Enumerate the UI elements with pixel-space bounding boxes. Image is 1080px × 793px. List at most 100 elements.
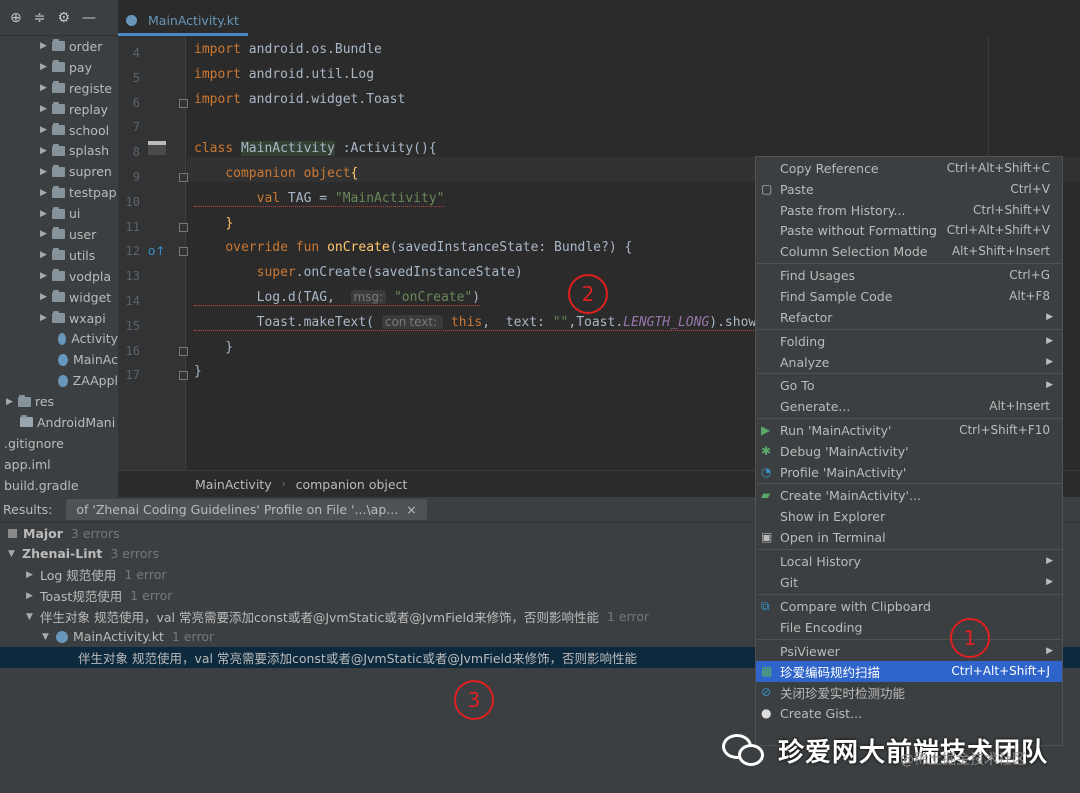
minimize-icon[interactable]: — xyxy=(82,10,96,26)
code-line[interactable]: } xyxy=(194,364,202,379)
tree-item[interactable]: .gitignore xyxy=(0,433,118,454)
code-line[interactable]: } xyxy=(194,340,233,355)
tree-item[interactable]: build.gradle xyxy=(0,475,118,496)
tree-item[interactable]: app.iml xyxy=(0,454,118,475)
menu-item[interactable]: Paste without Formatting Ctrl+Alt+Shift+V xyxy=(756,220,1062,241)
expand-arrow-icon[interactable]: ▶ xyxy=(40,188,52,198)
tree-item[interactable]: ▶ testpap xyxy=(0,182,118,203)
menu-item[interactable]: File Encoding xyxy=(756,617,1062,638)
tree-item[interactable]: ▶ user xyxy=(0,224,118,245)
fold-marker-icon[interactable] xyxy=(179,346,188,356)
tree-item[interactable]: ZAAppl xyxy=(0,370,118,391)
tree-item[interactable]: ▶ utils xyxy=(0,245,118,266)
menu-item[interactable]: ⊘ 关闭珍爱实时检测功能 xyxy=(756,682,1062,703)
menu-item[interactable]: Copy Reference Ctrl+Alt+Shift+C xyxy=(756,158,1062,179)
menu-item[interactable]: ▰ Create 'MainActivity'... xyxy=(756,485,1062,506)
menu-item[interactable]: ✱ Debug 'MainActivity' xyxy=(756,441,1062,462)
editor-gutter[interactable]: 4 5 6 7 8 9 10 11 12 13 14 15 16 17 o↑ xyxy=(118,36,188,470)
expand-arrow-icon[interactable]: ▶ xyxy=(40,41,52,51)
tree-item[interactable]: ▶ pay xyxy=(0,57,118,78)
fold-marker-icon[interactable] xyxy=(179,222,188,232)
fold-marker-icon[interactable] xyxy=(179,371,188,381)
menu-item[interactable]: Git ▶ xyxy=(756,572,1062,593)
breadcrumb-class[interactable]: MainActivity xyxy=(195,477,272,492)
expand-arrow-icon[interactable]: ▶ xyxy=(6,397,18,407)
menu-item[interactable]: Go To ▶ xyxy=(756,375,1062,396)
menu-item[interactable]: Refactor ▶ xyxy=(756,307,1062,328)
result-row[interactable]: ▶ Toast规范使用 1 error xyxy=(26,585,172,606)
expand-arrow-icon[interactable]: ▶ xyxy=(40,83,52,93)
result-row[interactable]: ▼ MainActivity.kt 1 error xyxy=(42,626,214,647)
tree-item[interactable]: ▶ ui xyxy=(0,203,118,224)
menu-item[interactable]: Column Selection Mode Alt+Shift+Insert xyxy=(756,241,1062,262)
tab-mainactivity[interactable]: MainActivity.kt xyxy=(118,8,248,36)
menu-item[interactable]: Generate... Alt+Insert xyxy=(756,396,1062,417)
tree-item[interactable]: ▶ order xyxy=(0,36,118,57)
results-tab[interactable]: of 'Zhenai Coding Guidelines' Profile on… xyxy=(66,499,427,520)
tree-item[interactable]: ▶ wxapi xyxy=(0,308,118,329)
result-row[interactable]: ▼ 伴生对象 规范使用，val 常亮需要添加const或者@JvmStatic或者… xyxy=(26,606,649,627)
code-line[interactable]: super.onCreate(savedInstanceState) xyxy=(194,265,523,280)
menu-item[interactable]: ▣ Open in Terminal xyxy=(756,527,1062,548)
activity-layout-icon[interactable] xyxy=(148,141,166,158)
code-line[interactable]: } xyxy=(194,216,233,231)
expand-arrow-icon[interactable]: ▶ xyxy=(40,209,52,219)
expand-arrow-icon[interactable]: ▶ xyxy=(40,104,52,114)
code-line[interactable]: import android.widget.Toast xyxy=(194,92,405,107)
tree-item[interactable]: ▶ splash xyxy=(0,140,118,161)
menu-item[interactable]: ▶ Run 'MainActivity' Ctrl+Shift+F10 xyxy=(756,420,1062,441)
menu-item[interactable]: Find Usages Ctrl+G xyxy=(756,265,1062,286)
tree-item[interactable]: Activity xyxy=(0,328,118,349)
menu-item[interactable]: Analyze ▶ xyxy=(756,352,1062,373)
collapse-icon[interactable]: ≑ xyxy=(34,10,46,26)
menu-item[interactable]: Paste from History... Ctrl+Shift+V xyxy=(756,200,1062,221)
result-row[interactable]: 伴生对象 规范使用，val 常亮需要添加const或者@JvmStatic或者@… xyxy=(78,647,637,668)
code-line[interactable]: import android.os.Bundle xyxy=(194,42,382,57)
fold-marker-icon[interactable] xyxy=(179,98,188,108)
expand-arrow-icon[interactable]: ▼ xyxy=(8,549,22,559)
breadcrumb-object[interactable]: companion object xyxy=(296,477,408,492)
menu-item[interactable]: Show in Explorer xyxy=(756,506,1062,527)
result-row[interactable]: ▼ Zhenai-Lint 3 errors xyxy=(8,543,159,564)
expand-arrow-icon[interactable]: ▶ xyxy=(40,250,52,260)
tree-item[interactable]: ▶ registe xyxy=(0,78,118,99)
tree-item[interactable]: ▶ res xyxy=(0,391,118,412)
expand-arrow-icon[interactable]: ▶ xyxy=(40,62,52,72)
expand-arrow-icon[interactable]: ▶ xyxy=(40,271,52,281)
tree-item[interactable]: ▶ supren xyxy=(0,161,118,182)
fold-marker-icon[interactable] xyxy=(179,247,188,257)
menu-item[interactable]: PsiViewer ▶ xyxy=(756,641,1062,662)
menu-item[interactable]: ⧉ Compare with Clipboard xyxy=(756,596,1062,617)
tree-item[interactable]: AndroidMani xyxy=(0,412,118,433)
menu-item[interactable]: ◔ Profile 'MainActivity' xyxy=(756,462,1062,483)
fold-marker-icon[interactable] xyxy=(179,173,188,182)
tree-item[interactable]: ▶ widget xyxy=(0,287,118,308)
close-icon[interactable]: × xyxy=(406,502,416,517)
expand-arrow-icon[interactable]: ▶ xyxy=(40,292,52,302)
expand-arrow-icon[interactable]: ▶ xyxy=(26,570,40,580)
tree-item[interactable]: ▶ replay xyxy=(0,99,118,120)
result-row[interactable]: Major 3 errors xyxy=(8,523,120,544)
expand-arrow-icon[interactable]: ▶ xyxy=(40,313,52,323)
code-line[interactable]: Toast.makeText( con text: this, text: "",… xyxy=(194,314,772,331)
tree-item[interactable]: MainAc xyxy=(0,349,118,370)
tree-item[interactable]: ▶ vodpla xyxy=(0,266,118,287)
expand-arrow-icon[interactable]: ▶ xyxy=(40,125,52,135)
code-line[interactable]: companion object{ xyxy=(194,166,358,181)
menu-item[interactable]: ▢ Paste Ctrl+V xyxy=(756,179,1062,200)
tree-item[interactable]: ▶ school xyxy=(0,120,118,141)
menu-item[interactable]: ▦ 珍爱编码规约扫描 Ctrl+Alt+Shift+J xyxy=(756,661,1062,682)
expand-arrow-icon[interactable]: ▼ xyxy=(42,632,56,642)
expand-arrow-icon[interactable]: ▶ xyxy=(26,591,40,601)
expand-arrow-icon[interactable]: ▼ xyxy=(26,612,40,622)
code-line[interactable]: val TAG = "MainActivity" xyxy=(194,190,445,207)
expand-arrow-icon[interactable]: ▶ xyxy=(40,146,52,156)
code-line[interactable]: import android.util.Log xyxy=(194,67,374,82)
gear-icon[interactable]: ⚙ xyxy=(57,10,70,26)
menu-item[interactable]: Find Sample Code Alt+F8 xyxy=(756,286,1062,307)
result-row[interactable]: ▶ Log 规范使用 1 error xyxy=(26,564,167,585)
code-line[interactable]: class MainActivity :Activity(){ xyxy=(194,141,437,157)
locate-icon[interactable]: ⊕ xyxy=(10,10,22,26)
code-line[interactable]: Log.d(TAG, msg: "onCreate") xyxy=(194,290,481,306)
expand-arrow-icon[interactable]: ▶ xyxy=(40,167,52,177)
